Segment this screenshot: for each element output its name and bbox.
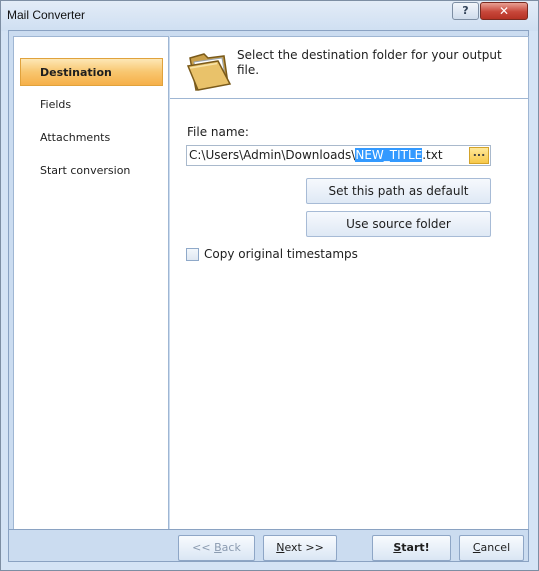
set-default-path-button[interactable]: Set this path as default (306, 178, 491, 204)
back-suffix: ack (221, 541, 241, 554)
sidebar-item-destination[interactable]: Destination (20, 58, 163, 86)
sidebar-item-label: Fields (40, 98, 72, 111)
browse-button[interactable]: ... (469, 147, 489, 164)
help-button[interactable]: ? (452, 2, 479, 20)
back-accel: B (214, 541, 222, 554)
file-path-prefix: C:\Users\Admin\Downloads\ (189, 148, 356, 162)
cancel-suffix: ancel (480, 541, 511, 554)
file-path-selection: NEW_TITLE (355, 148, 423, 162)
start-suffix: tart! (401, 541, 430, 554)
folder-icon (186, 53, 232, 91)
sidebar-item-label: Start conversion (40, 164, 131, 177)
use-source-folder-button[interactable]: Use source folder (306, 211, 491, 237)
wizard-sidebar (13, 36, 169, 530)
cancel-button[interactable]: Cancel (459, 535, 524, 561)
copy-timestamps-checkbox[interactable] (186, 248, 199, 261)
file-name-input[interactable]: C:\Users\Admin\Downloads\NEW_TITLE.txt (186, 145, 491, 166)
cancel-accel: C (472, 541, 481, 554)
start-button[interactable]: Start! (372, 535, 451, 561)
next-suffix: ext >> (284, 541, 324, 554)
title-bar: Mail Converter ? ✕ (1, 1, 538, 31)
step-description: Select the destination folder for your o… (237, 48, 502, 77)
sidebar-item-label: Attachments (40, 131, 111, 144)
close-button[interactable]: ✕ (480, 2, 528, 20)
back-prefix: << (192, 541, 215, 554)
window-title: Mail Converter (7, 8, 86, 22)
footer-divider (8, 529, 529, 530)
step-header: Select the destination folder for your o… (170, 36, 529, 99)
copy-timestamps-label: Copy original timestamps (204, 247, 358, 261)
sidebar-item-label: Destination (40, 66, 112, 79)
next-button[interactable]: Next >> (263, 535, 337, 561)
file-path-suffix: .txt (422, 148, 443, 162)
back-button[interactable]: << Back (178, 535, 255, 561)
file-name-label: File name: (187, 125, 249, 139)
